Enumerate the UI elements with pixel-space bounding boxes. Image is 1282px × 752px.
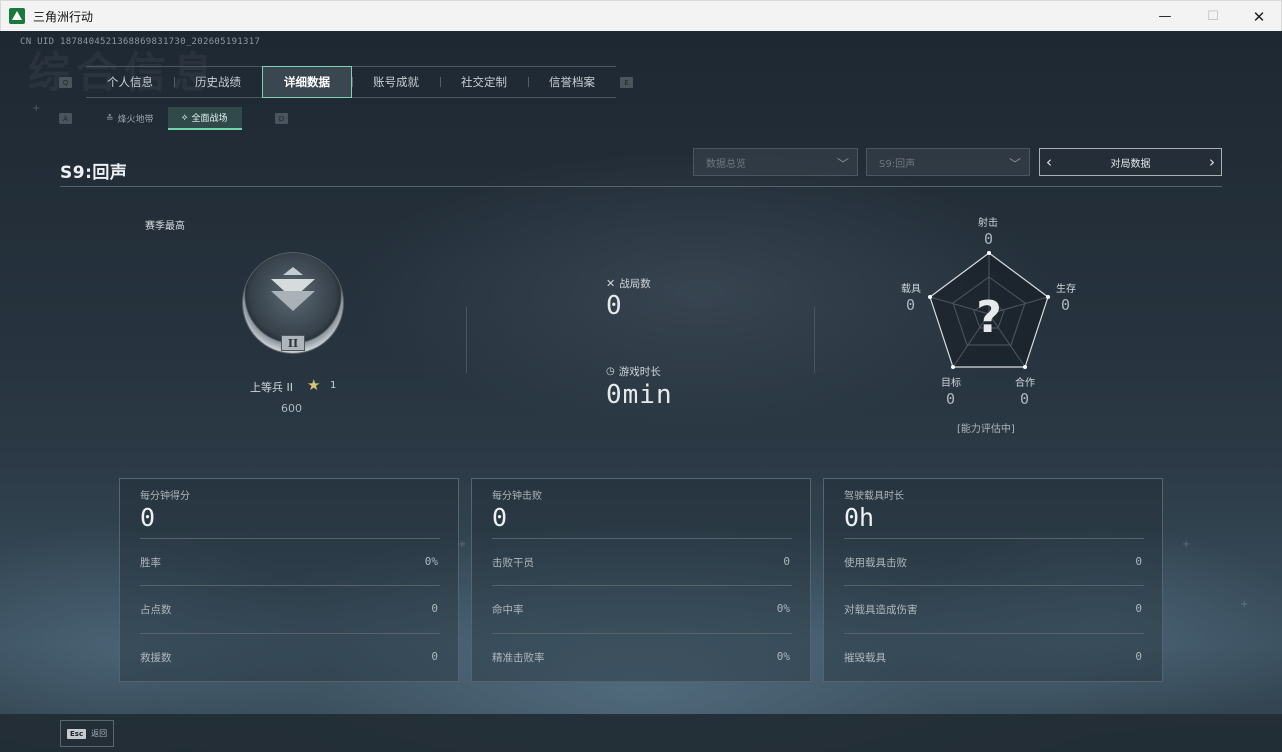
radar-value-vehicle: 0	[906, 296, 916, 314]
card-title: 每分钟得分	[140, 491, 190, 502]
playtime-label: ◷ 游戏时长	[606, 366, 661, 378]
radar-value-objective: 0	[946, 390, 956, 408]
subtab-next-hint[interactable]: D	[275, 113, 288, 124]
radar-label-shooting: 射击	[978, 218, 998, 229]
chevron-right-icon[interactable]: ›	[1209, 153, 1215, 171]
card-row: 对载具造成伤害 0	[844, 602, 1142, 616]
tab-match-history[interactable]: 历史战绩	[174, 67, 262, 97]
player-uid: CN UID 1878404521368869831730_2026051913…	[20, 37, 261, 47]
rank-star-count: 1	[330, 380, 337, 391]
card-row: 命中率 0%	[492, 602, 790, 616]
battlefield-icon: ⟡	[181, 112, 188, 123]
subtab-label: 烽火地带	[117, 115, 154, 125]
card-row: 占点数 0	[140, 602, 438, 616]
crossed-swords-icon: ✕	[606, 277, 616, 290]
card-value: 0	[140, 503, 156, 532]
subtab-battlefield[interactable]: ⟡ 全面战场	[167, 107, 242, 130]
vertical-divider	[814, 307, 815, 373]
data-type-dropdown[interactable]: 数据总览 ﹀	[693, 148, 858, 176]
radar-label-survival: 生存	[1056, 284, 1076, 295]
matches-value: 0	[606, 291, 623, 321]
rank-score: 600	[281, 402, 302, 415]
chevron-down-icon: ﹀	[836, 157, 849, 171]
card-row: 胜率 0%	[140, 555, 438, 569]
radar-label-teamwork: 合作	[1015, 378, 1035, 389]
radar-value-survival: 0	[1061, 296, 1071, 314]
season-title: S9:回声	[60, 163, 128, 183]
esc-key-icon: Esc	[67, 728, 87, 739]
stat-card-vehicle: 驾驶载具时长 0h 使用载具击败 0 对载具造成伤害 0 摧毁载具 0	[823, 478, 1163, 682]
data-pager: ‹ 对局数据 ›	[1039, 148, 1222, 176]
tab-credit-profile[interactable]: 信誉档案	[528, 67, 616, 97]
subtab-prev-hint[interactable]: A	[59, 113, 72, 124]
subtab-label: 全面战场	[191, 114, 228, 124]
close-icon: ✕	[1252, 7, 1266, 26]
minimize-button[interactable]: —	[1142, 1, 1188, 32]
season-dropdown[interactable]: S9:回声 ﹀	[866, 148, 1030, 176]
rank-tip-icon	[283, 267, 303, 275]
stat-card-score: 每分钟得分 0 胜率 0% 占点数 0 救援数 0	[119, 478, 459, 682]
deco-cross: +	[32, 103, 41, 114]
tab-achievements[interactable]: 账号成就	[352, 67, 440, 97]
pager-label: 对局数据	[1110, 158, 1151, 170]
card-value: 0h	[844, 503, 875, 532]
maximize-icon: ☐	[1207, 9, 1219, 24]
dropdown-value: S9:回声	[879, 158, 916, 170]
card-title: 驾驶载具时长	[844, 491, 904, 502]
close-button[interactable]: ✕	[1236, 1, 1282, 32]
mode-subtabs: ≛ 烽火地带 ⟡ 全面战场	[92, 107, 242, 130]
back-button[interactable]: Esc 返回	[60, 720, 114, 747]
section-divider	[60, 186, 1222, 187]
stat-card-kills: 每分钟击败 0 击败干员 0 命中率 0% 精准击败率 0%	[471, 478, 811, 682]
deco-cross: +	[1240, 599, 1249, 610]
rank-badge: II	[243, 253, 343, 353]
minimize-icon: —	[1158, 9, 1172, 24]
card-row: 救援数 0	[140, 650, 438, 664]
radar-label-objective: 目标	[941, 378, 961, 389]
tab-next-hint[interactable]: E	[620, 77, 633, 88]
back-label: 返回	[91, 729, 108, 738]
clock-icon: ◷	[606, 366, 615, 377]
main-tabs: 个人信息 历史战绩 详细数据 账号成就 社交定制 信誉档案	[86, 66, 616, 98]
rank-tier-roman: II	[281, 335, 305, 351]
card-row: 精准击败率 0%	[492, 650, 790, 664]
star-icon: ★	[307, 376, 321, 394]
card-row: 摧毁载具 0	[844, 650, 1142, 664]
card-row: 击败干员 0	[492, 555, 790, 569]
ability-radar: ?	[928, 250, 1050, 374]
radar-chart: ?	[928, 251, 1050, 369]
tab-detailed-data[interactable]: 详细数据	[262, 66, 352, 98]
game-viewport: 综合信息 CN UID 1878404521368869831730_20260…	[0, 31, 1282, 752]
playtime-value: 0min	[606, 380, 673, 410]
dropdown-value: 数据总览	[706, 158, 746, 170]
chevron-left-icon[interactable]: ‹	[1046, 153, 1052, 171]
rank-name: 上等兵 II	[250, 381, 293, 394]
card-value: 0	[492, 503, 508, 532]
flame-zone-icon: ≛	[106, 113, 114, 124]
tab-personal-info[interactable]: 个人信息	[86, 67, 174, 97]
chevron-down-icon: ﹀	[1008, 157, 1021, 171]
subtab-flame-zone[interactable]: ≛ 烽火地带	[92, 107, 168, 130]
radar-placeholder: ?	[976, 292, 1002, 343]
deco-cross: +	[1182, 539, 1191, 550]
tab-prev-hint[interactable]: Q	[59, 77, 72, 88]
card-row: 使用载具击败 0	[844, 555, 1142, 569]
delta-logo-icon	[9, 8, 25, 24]
window-titlebar: 三角洲行动 — ☐ ✕	[0, 0, 1282, 31]
window-title: 三角洲行动	[33, 10, 94, 24]
card-title: 每分钟击败	[492, 491, 542, 502]
season-best-label: 赛季最高	[145, 221, 185, 232]
vertical-divider	[466, 307, 467, 373]
maximize-button[interactable]: ☐	[1190, 1, 1236, 32]
radar-value-teamwork: 0	[1020, 390, 1030, 408]
radar-assessing-status: [能力评估中]	[957, 424, 1015, 435]
bottom-bar: Esc 返回	[0, 714, 1282, 752]
deco-cross: +	[458, 539, 467, 550]
radar-value-shooting: 0	[984, 230, 994, 248]
tab-social-custom[interactable]: 社交定制	[440, 67, 528, 97]
matches-label: ✕ 战局数	[606, 277, 651, 290]
radar-label-vehicle: 载具	[901, 284, 921, 295]
